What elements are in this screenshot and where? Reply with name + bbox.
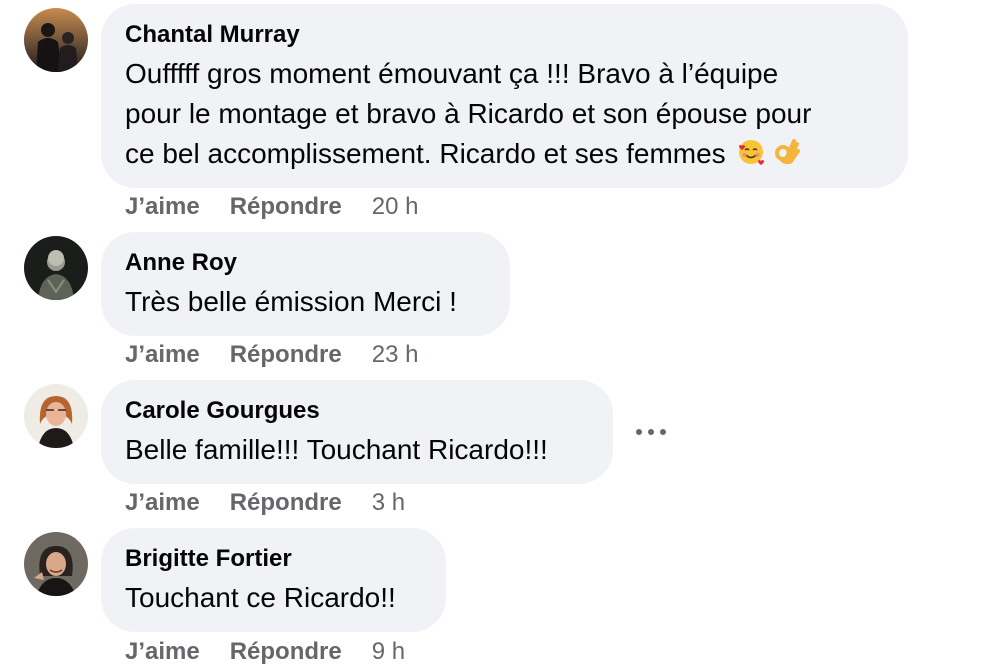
comment-text-line: pour le montage et bravo à Ricardo et so… (125, 98, 812, 129)
comment-actions: J’aime Répondre 23 h (125, 340, 418, 370)
comment-timestamp[interactable]: 20 h (372, 192, 419, 222)
comment-bubble: Chantal Murray Oufffff gros moment émouv… (101, 4, 908, 188)
reply-link[interactable]: Répondre (230, 488, 342, 518)
avatar-image (24, 236, 88, 300)
comment-author[interactable]: Anne Roy (125, 248, 486, 278)
avatar[interactable] (24, 8, 88, 72)
comment-text: Touchant ce Ricardo!! (125, 578, 422, 618)
comment-text-line: Oufffff gros moment émouvant ça !!! Brav… (125, 58, 779, 89)
like-link[interactable]: J’aime (125, 488, 200, 518)
like-link[interactable]: J’aime (125, 340, 200, 370)
comment-timestamp[interactable]: 9 h (372, 637, 405, 667)
avatar-image (24, 384, 88, 448)
avatar[interactable] (24, 532, 88, 596)
comment-text-line: Très belle émission Merci ! (125, 286, 457, 317)
comment-text: Très belle émission Merci ! (125, 282, 486, 322)
comment-actions: J’aime Répondre 3 h (125, 488, 405, 518)
ok-hand-icon (770, 137, 800, 167)
comment-bubble: Carole Gourgues Belle famille!!! Touchan… (101, 380, 613, 484)
comment-text: Belle famille!!! Touchant Ricardo!!! (125, 430, 589, 470)
avatar-image (24, 532, 88, 596)
comment-timestamp[interactable]: 3 h (372, 488, 405, 518)
comment-actions: J’aime Répondre 20 h (125, 192, 418, 222)
comment-author[interactable]: Carole Gourgues (125, 396, 589, 426)
reply-link[interactable]: Répondre (230, 340, 342, 370)
avatar[interactable] (24, 236, 88, 300)
comment-author[interactable]: Brigitte Fortier (125, 544, 422, 574)
reply-link[interactable]: Répondre (230, 192, 342, 222)
comment-bubble: Brigitte Fortier Touchant ce Ricardo!! (101, 528, 446, 632)
comment-actions: J’aime Répondre 9 h (125, 637, 405, 667)
reply-link[interactable]: Répondre (230, 637, 342, 667)
smiling-face-with-hearts-icon (736, 137, 766, 167)
comment-author[interactable]: Chantal Murray (125, 20, 884, 50)
comment-text: Oufffff gros moment émouvant ça !!! Brav… (125, 54, 884, 174)
like-link[interactable]: J’aime (125, 637, 200, 667)
comment-bubble: Anne Roy Très belle émission Merci ! (101, 232, 510, 336)
dot-icon (660, 429, 666, 435)
comment-timestamp[interactable]: 23 h (372, 340, 419, 370)
comment-text-segment: ce bel accomplissement. Ricardo et ses f… (125, 138, 726, 169)
dot-icon (648, 429, 654, 435)
comment-text-line: ce bel accomplissement. Ricardo et ses f… (125, 134, 884, 174)
more-options-button[interactable] (636, 424, 666, 440)
comment-text-line: Touchant ce Ricardo!! (125, 582, 396, 613)
dot-icon (636, 429, 642, 435)
like-link[interactable]: J’aime (125, 192, 200, 222)
avatar-image (24, 8, 88, 72)
avatar[interactable] (24, 384, 88, 448)
comment-text-line: Belle famille!!! Touchant Ricardo!!! (125, 434, 548, 465)
